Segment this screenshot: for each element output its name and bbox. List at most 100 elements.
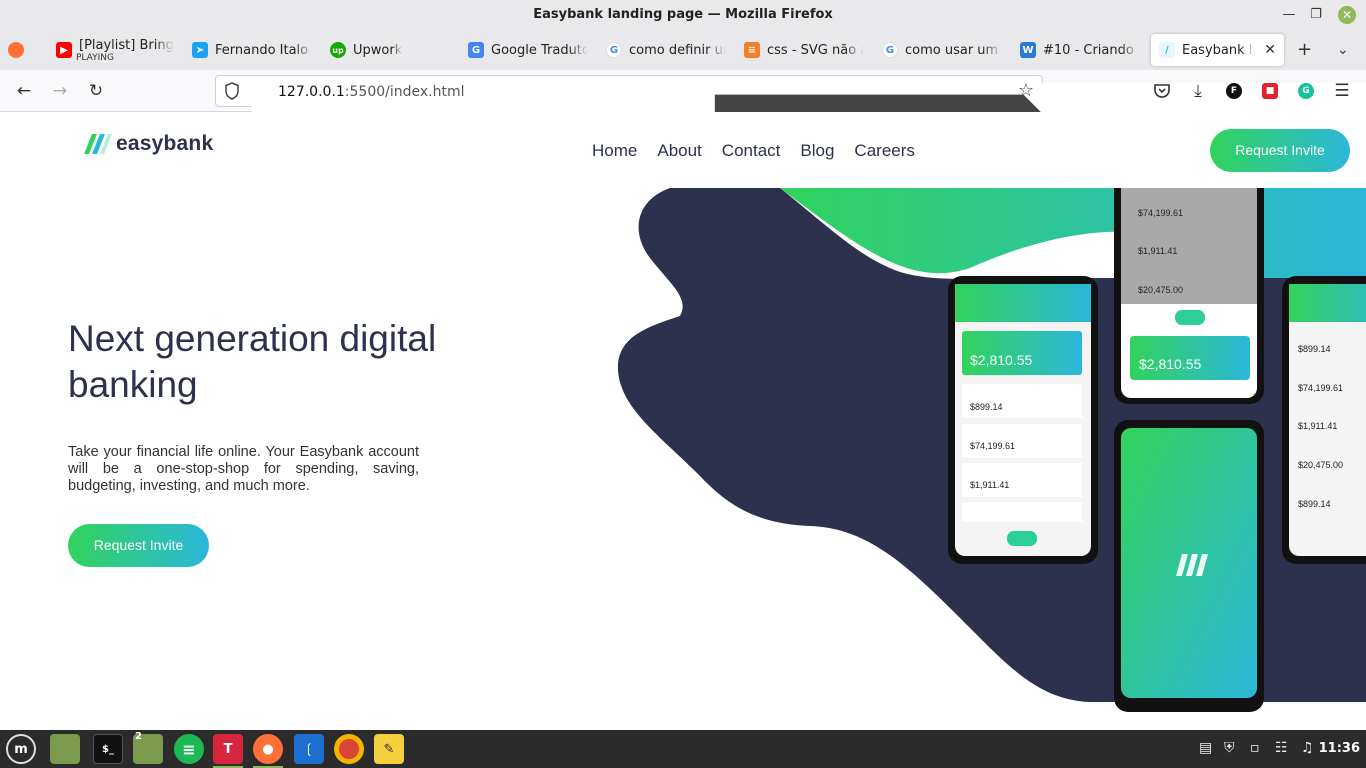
phone-back-amount-3: $20,475.00 [1138,285,1183,295]
vscode-icon[interactable]: ❲ [294,734,324,764]
tab-css-svg[interactable]: ≡ css - SVG não aju [744,34,864,66]
desktop: Easybank landing page — Mozilla Firefox … [0,0,1366,768]
sound-icon[interactable]: ♫ [1301,740,1314,756]
request-invite-hero-button[interactable]: Request Invite [68,524,209,567]
phone-right: $899.14 $74,199.61 $1,911.41 $20,475.00 … [1282,276,1366,564]
phone-left-amount-2: $74,199.61 [970,441,1015,451]
menu-icon[interactable]: ☰ [1331,81,1353,101]
firefox-view-button[interactable] [8,34,32,66]
maximize-icon[interactable]: ❐ [1307,6,1325,24]
close-window-button[interactable]: ✕ [1338,6,1356,24]
clipboard-icon[interactable]: ▤ [1199,740,1212,756]
shield-icon[interactable] [224,82,240,100]
bird-icon: ➤ [192,42,208,58]
phone-left: $2,810.55 $899.14 $74,199.61 $1,911.41 [948,276,1098,564]
tab-como-usar[interactable]: G como usar um s [882,34,1002,66]
tab-label: Fernando Italo t [215,42,314,58]
easybank-logo-icon [84,134,112,154]
sticky-notes-icon[interactable]: ✎ [374,734,404,764]
stackoverflow-icon: ≡ [744,42,760,58]
url-text[interactable]: 127.0.0.1:5500/index.html [278,84,465,100]
forward-icon[interactable]: → [49,81,71,101]
tab-label: [Playlist] Bring [79,37,174,53]
close-tab-icon[interactable]: ✕ [1264,42,1276,58]
webpage: $74,199.61 $1,911.41 $20,475.00 $2,810.5… [0,112,1366,730]
tab-como-definir[interactable]: G como definir um [606,34,726,66]
bookmark-star-icon[interactable]: ☆ [1018,80,1034,101]
chrome-icon[interactable] [334,734,364,764]
nav-contact[interactable]: Contact [722,141,781,161]
phone-back-amount-2: $1,911.41 [1138,246,1177,256]
window-title: Easybank landing page — Mozilla Firefox [533,7,833,22]
phone-front [1114,420,1264,712]
phone-left-amount-3: $1,911.41 [970,480,1009,490]
tab-playlist[interactable]: ▶ [Playlist] Bring PLAYING [56,34,176,66]
tab-google-translate[interactable]: G Google Tradutor [468,34,588,66]
google-icon: G [606,42,622,58]
reload-icon[interactable]: ↻ [85,81,107,101]
phone-right-amount-5: $899.14 [1298,499,1331,509]
extension-f-icon[interactable]: F [1226,83,1242,99]
terminal-icon[interactable]: $_ [93,734,123,764]
phone-right-amount-4: $20,475.00 [1298,460,1343,470]
notes-tray-icon[interactable]: ▫ [1250,740,1260,756]
nav-home[interactable]: Home [592,141,637,161]
mint-menu-icon[interactable]: m [6,734,36,764]
site-logo[interactable]: easybank [84,132,213,156]
phone-right-amount-3: $1,911.41 [1298,421,1337,431]
nav-about[interactable]: About [657,141,701,161]
tab-label: #10 - Criando u [1043,42,1140,58]
network-icon[interactable]: ☷ [1275,740,1288,756]
site-nav: Home About Contact Blog Careers [592,141,915,161]
tab-upwork[interactable]: up Upwork [330,34,450,66]
nav-blog[interactable]: Blog [800,141,834,161]
tab-label: css - SVG não aju [767,42,864,58]
tab-easybank[interactable]: ∕ Easybank landi ✕ [1151,34,1284,66]
tab-label: Upwork [353,42,403,58]
w-icon: W [1020,42,1036,58]
minimize-icon[interactable]: — [1280,6,1298,24]
youtube-icon: ▶ [56,42,72,58]
tab-label: Google Tradutor [491,42,588,58]
phone-right-amount-1: $899.14 [1298,344,1331,354]
url-bar[interactable]: 127.0.0.1:5500/index.html ☆ [215,75,1366,701]
pocket-icon[interactable] [1153,83,1171,99]
back-icon[interactable]: ← [13,81,35,101]
phone-back: $74,199.61 $1,911.41 $20,475.00 $2,810.5… [1114,188,1264,404]
phone-back-amount-1: $74,199.61 [1138,208,1183,218]
easybank-favicon: ∕ [1159,42,1175,58]
tab-playing-status: PLAYING [76,53,114,63]
tab-label: como definir um [629,42,726,58]
hero-illustration: $74,199.61 $1,911.41 $20,475.00 $2,810.5… [617,188,1366,712]
clock[interactable]: 11:36 [1319,741,1360,756]
firefox-icon [8,42,24,58]
logo-text: easybank [116,132,214,155]
window-titlebar: Easybank landing page — Mozilla Firefox … [0,0,1366,30]
shield-tray-icon[interactable]: ⛨ [1224,740,1235,756]
show-desktop-icon[interactable] [50,734,80,764]
upwork-icon: up [330,42,346,58]
spotify-icon[interactable]: ≡ [174,734,204,764]
request-invite-header-button[interactable]: Request Invite [1210,129,1350,172]
files-icon[interactable]: 2 [133,731,163,764]
phone-right-amount-2: $74,199.61 [1298,383,1343,393]
phone-left-amount-1: $899.14 [970,402,1003,412]
workspace-badge: 2 [135,731,142,742]
tab-label: Easybank landi [1182,42,1255,58]
nav-careers[interactable]: Careers [854,141,914,161]
ublock-icon[interactable]: ■ [1262,83,1278,99]
firefox-taskbar-icon[interactable]: ● [253,734,283,768]
tab-fernando[interactable]: ➤ Fernando Italo t [192,34,314,66]
tab-strip: ▶ [Playlist] Bring PLAYING ➤ Fernando It… [0,30,1366,70]
tab-label: como usar um s [905,42,1002,58]
list-tabs-icon[interactable]: ⌄ [1337,42,1349,58]
google-icon: G [882,42,898,58]
grammarly-icon[interactable]: G [1298,83,1314,99]
navigation-toolbar: ← → ↻ 127.0.0.1:5500/index.html ☆ ⤓ F ■ … [0,70,1366,701]
hero-title: Next generation digital banking [68,318,437,405]
tab-criando[interactable]: W #10 - Criando u [1020,34,1140,66]
downloads-icon[interactable]: ⤓ [1187,81,1209,101]
typora-icon[interactable]: T [213,734,243,768]
new-tab-icon[interactable]: + [1297,41,1312,59]
taskbar: m $_ 2 ≡ T ● ❲ ✎ ▤ ⛨ ▫ ☷ ♫ 11:36 [0,730,1366,768]
